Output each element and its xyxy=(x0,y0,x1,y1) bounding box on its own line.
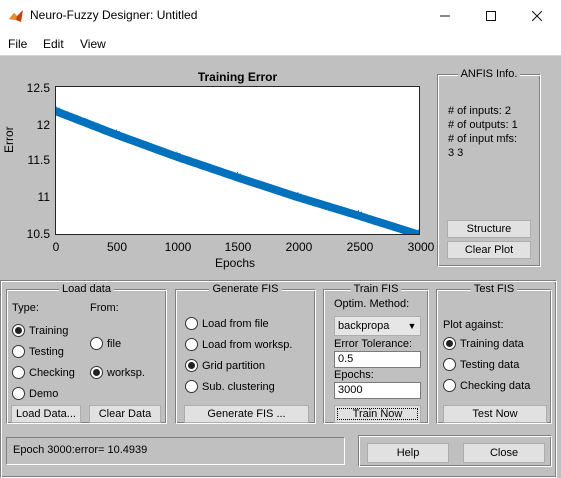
epochs-label: Epochs: xyxy=(334,369,374,381)
maximize-icon xyxy=(486,10,496,21)
test-now-button[interactable]: Test Now xyxy=(443,405,547,423)
structure-button[interactable]: Structure xyxy=(447,220,531,238)
window-title: Neuro-Fuzzy Designer: Untitled xyxy=(30,8,198,22)
maximize-button[interactable] xyxy=(468,0,514,31)
anfis-info-panel: ANFIS Info. xyxy=(437,68,541,267)
epochs-input[interactable]: 3000 xyxy=(334,382,421,399)
optim-method-value: backpropa xyxy=(338,320,390,332)
plot-against-label: Plot against: xyxy=(443,319,504,331)
type-label: Type: xyxy=(12,302,39,314)
testing-label: Testing xyxy=(29,346,64,358)
test-fis-title: Test FIS xyxy=(470,283,518,295)
x-tick-label: 1000 xyxy=(164,240,192,254)
radio-training-data[interactable] xyxy=(443,337,456,350)
close-icon xyxy=(532,10,542,21)
radio-grid-partition[interactable] xyxy=(185,359,198,372)
main-panel: Training Error * * * * * * * 12.5 12 11.5 11 1… xyxy=(0,56,561,478)
y-tick-label: 12.5 xyxy=(26,81,50,95)
radio-checking[interactable] xyxy=(12,366,25,379)
menu-edit[interactable]: Edit xyxy=(43,37,64,51)
optim-method-select[interactable]: backpropa ▼ xyxy=(334,316,421,336)
radio-file[interactable] xyxy=(90,337,103,350)
load-from-workspace-label: Load from worksp. xyxy=(202,339,293,351)
error-tolerance-label: Error Tolerance: xyxy=(334,338,413,350)
radio-demo[interactable] xyxy=(12,387,25,400)
menu-file[interactable]: File xyxy=(8,37,27,51)
chart-title: Training Error xyxy=(197,70,278,84)
y-axis-label: Error xyxy=(2,126,16,153)
x-axis-label: Epochs xyxy=(215,256,256,270)
demo-label: Demo xyxy=(29,388,59,400)
info-input-mfs: # of input mfs: xyxy=(448,133,518,145)
title-bar: Neuro-Fuzzy Designer: Untitled xyxy=(0,0,561,31)
y-tick-label: 11.5 xyxy=(27,153,50,167)
train-now-button[interactable]: Train Now xyxy=(334,405,421,423)
x-tick-label: 0 xyxy=(52,240,60,254)
status-text: Epoch 3000:error= 10.4939 xyxy=(6,437,345,465)
checking-data-label: Checking data xyxy=(460,380,531,392)
data-point-marker: * xyxy=(355,207,363,226)
y-tick-label: 10.5 xyxy=(26,227,50,241)
radio-sub-clustering[interactable] xyxy=(185,380,198,393)
load-data-title: Load data xyxy=(59,283,114,295)
clear-plot-button[interactable]: Clear Plot xyxy=(447,241,531,259)
info-inputs: # of inputs: 2 xyxy=(448,105,511,117)
radio-load-from-file[interactable] xyxy=(185,317,198,330)
test-fis-group: Test FIS xyxy=(436,283,552,424)
file-label: file xyxy=(107,338,122,350)
plot-area: * * * * * * * xyxy=(52,86,423,245)
training-data-label: Training data xyxy=(460,338,524,350)
from-label: From: xyxy=(90,302,119,314)
menu-bar: File Edit View xyxy=(0,31,561,56)
anfis-info-title: ANFIS Info. xyxy=(457,68,521,80)
info-mf-counts: 3 3 xyxy=(448,147,464,159)
minimize-button[interactable] xyxy=(422,0,468,31)
data-point-marker: * xyxy=(415,226,419,234)
load-data-button[interactable]: Load Data... xyxy=(11,405,81,423)
x-tick-label: 2000 xyxy=(285,240,313,254)
help-button[interactable]: Help xyxy=(367,443,449,463)
radio-training[interactable] xyxy=(12,324,25,337)
workspace-label: worksp. xyxy=(107,367,145,379)
grid-partition-label: Grid partition xyxy=(202,360,265,372)
info-outputs: # of outputs: 1 xyxy=(448,119,518,131)
training-error-chart: * * * * * * * xyxy=(52,102,423,245)
y-tick-label: 12 xyxy=(36,118,50,132)
y-tick-label: 11 xyxy=(37,190,50,204)
radio-testing-data[interactable] xyxy=(443,358,456,371)
training-label: Training xyxy=(29,325,69,337)
matlab-logo-icon xyxy=(9,10,23,22)
data-point-marker: * xyxy=(294,188,302,207)
data-point-marker: * xyxy=(173,148,181,167)
generate-fis-title: Generate FIS xyxy=(209,283,282,295)
data-point-marker: * xyxy=(56,102,60,121)
x-tick-label: 500 xyxy=(106,240,128,254)
menu-view[interactable]: View xyxy=(80,37,106,51)
load-from-file-label: Load from file xyxy=(202,318,269,330)
close-button[interactable]: Close xyxy=(463,443,545,463)
close-window-button[interactable] xyxy=(514,0,560,31)
optim-method-label: Optim. Method: xyxy=(334,298,410,310)
radio-load-from-workspace[interactable] xyxy=(185,338,198,351)
generate-fis-button[interactable]: Generate FIS ... xyxy=(184,405,309,423)
chevron-down-icon: ▼ xyxy=(407,321,417,331)
data-point-marker: * xyxy=(234,168,242,187)
x-tick-label: 3000 xyxy=(407,240,435,254)
clear-data-button[interactable]: Clear Data xyxy=(89,405,161,423)
testing-data-label: Testing data xyxy=(460,359,520,371)
generate-fis-group: Generate FIS xyxy=(175,283,316,424)
data-point-marker: * xyxy=(113,126,121,145)
radio-checking-data[interactable] xyxy=(443,379,456,392)
x-tick-label: 1500 xyxy=(224,240,252,254)
minimize-icon xyxy=(440,15,450,16)
radio-workspace[interactable] xyxy=(90,366,103,379)
checking-label: Checking xyxy=(29,367,75,379)
radio-testing[interactable] xyxy=(12,345,25,358)
x-tick-label: 2500 xyxy=(346,240,374,254)
train-fis-title: Train FIS xyxy=(350,283,402,295)
error-tolerance-input[interactable]: 0.5 xyxy=(334,351,421,368)
sub-clustering-label: Sub. clustering xyxy=(202,381,275,393)
